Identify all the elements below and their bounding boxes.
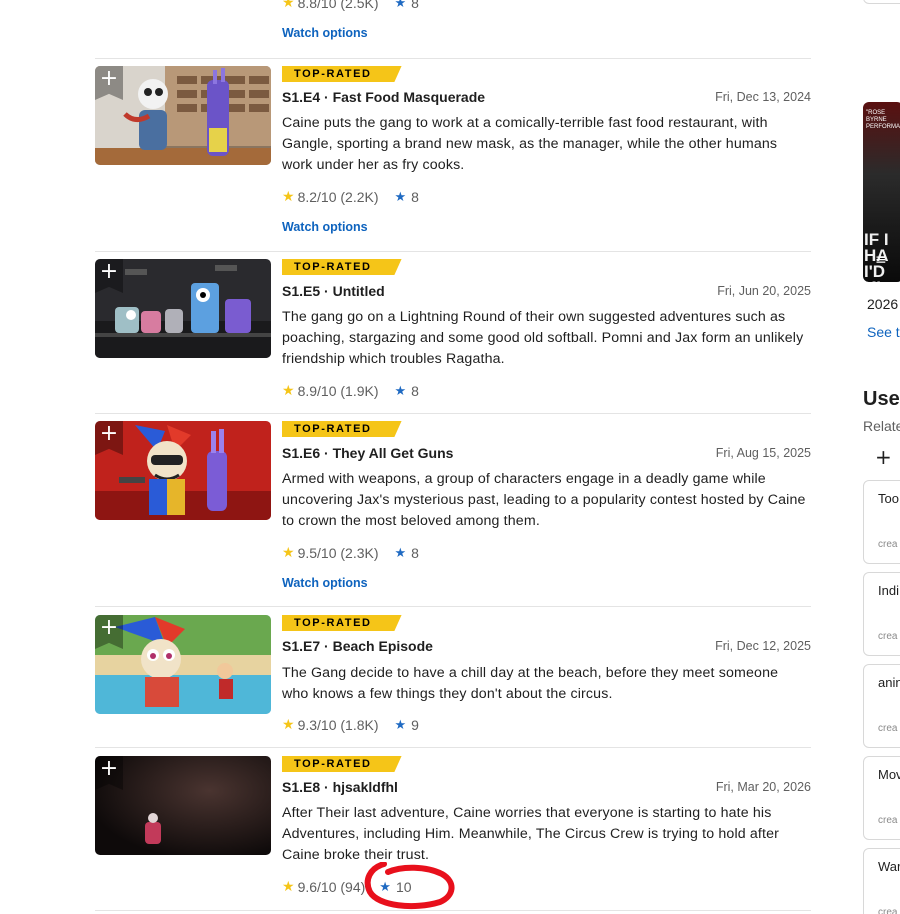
rating-line: ★ 9.6/10 (94) ★ 10 xyxy=(282,879,412,895)
list-meta: crea xyxy=(878,631,898,642)
star-icon: ★ xyxy=(282,383,295,399)
list-meta: crea xyxy=(878,539,898,550)
list-name: anin xyxy=(878,675,900,690)
rating-line: ★ 9.5/10 (2.3K) ★ 8 xyxy=(282,545,419,561)
top-rated-badge: TOP-RATED xyxy=(282,615,402,631)
star-icon: ★ xyxy=(282,189,295,205)
user-list-card[interactable]: Too crea xyxy=(863,480,900,564)
top-rated-badge: TOP-RATED xyxy=(282,259,402,275)
episode-thumbnail[interactable]: + xyxy=(95,615,271,714)
top-rated-badge: TOP-RATED xyxy=(282,756,402,772)
imdb-rating-tail: ) xyxy=(360,879,366,895)
star-icon: ★ xyxy=(282,0,295,11)
episode-description: Armed with weapons, a group of character… xyxy=(282,471,806,529)
rating-line: ★ 9.3/10 (1.8K) ★ 9 xyxy=(282,717,419,733)
episode-row: + TOP-RATED S1.E4 · Fast Food Masquerade… xyxy=(95,59,811,252)
air-date: Fri, Mar 20, 2026 xyxy=(715,780,811,794)
star-icon: ★ xyxy=(282,545,295,561)
poster-year: 2026 xyxy=(867,296,899,312)
user-star-icon[interactable]: ★ xyxy=(395,718,407,733)
user-rating: 8 xyxy=(411,545,419,561)
user-list-card[interactable]: Mov crea xyxy=(863,756,900,840)
star-icon: ★ xyxy=(282,717,295,733)
air-date: Fri, Dec 12, 2025 xyxy=(715,639,811,653)
episode-row: + TOP-RATED S1.E7 · Beach Episode Fri, D… xyxy=(95,607,811,748)
watch-options-link[interactable]: Watch options xyxy=(282,576,368,590)
user-rating: 9 xyxy=(411,717,419,733)
episode-row-partial: ★ 8.8/10 (2.5K) ★ 8 Watch options xyxy=(95,0,811,59)
air-date: Fri, Jun 20, 2025 xyxy=(717,284,811,298)
see-link[interactable]: See t xyxy=(867,324,900,340)
episode-title[interactable]: S1.E4 · Fast Food Masquerade xyxy=(282,89,485,105)
user-list-card[interactable]: anin crea xyxy=(863,664,900,748)
imdb-rating: 9.5/10 (2.3K) xyxy=(297,545,379,561)
rating-line: ★ 8.8/10 (2.5K) ★ 8 xyxy=(282,0,419,11)
create-list-icon[interactable]: + xyxy=(875,445,892,469)
episode-description: After Their last adventure, Caine worrie… xyxy=(282,805,780,863)
list-icon: ≡ xyxy=(875,252,887,268)
episode-description: Caine puts the gang to work at a comical… xyxy=(282,115,778,173)
user-star-icon[interactable]: ★ xyxy=(395,546,407,561)
imdb-rating: 9.6/10 (94 xyxy=(297,879,361,895)
list-name: Mov xyxy=(878,767,900,782)
user-lists-subheading: Relate xyxy=(863,418,900,434)
imdb-rating: 8.9/10 (1.9K) xyxy=(297,383,379,399)
top-rated-badge: TOP-RATED xyxy=(282,66,402,82)
episode-description: The gang go on a Lightning Round of thei… xyxy=(282,309,804,367)
list-name: War xyxy=(878,859,900,874)
sidebar-card[interactable] xyxy=(863,0,900,4)
list-name: Indi xyxy=(878,583,899,598)
air-date: Fri, Aug 15, 2025 xyxy=(715,446,811,460)
divider xyxy=(95,910,811,911)
list-name: Too xyxy=(878,491,899,506)
episode-thumbnail[interactable]: + xyxy=(95,259,271,358)
user-star-icon[interactable]: ★ xyxy=(395,384,407,399)
imdb-rating: 9.3/10 (1.8K) xyxy=(297,717,379,733)
episode-title[interactable]: S1.E6 · They All Get Guns xyxy=(282,445,453,461)
user-list-card[interactable]: War crea xyxy=(863,848,900,914)
user-star-icon[interactable]: ★ xyxy=(395,190,407,205)
list-meta: crea xyxy=(878,815,898,826)
featured-poster[interactable]: "ROSE BYRNE PERFORMAN IF I HA I'D KI ≡ xyxy=(863,102,900,282)
user-star-icon[interactable]: ★ xyxy=(379,880,391,895)
imdb-rating: 8.8/10 (2.5K) xyxy=(297,0,379,11)
episode-description: The Gang decide to have a chill day at t… xyxy=(282,665,779,702)
rating-line: ★ 8.9/10 (1.9K) ★ 8 xyxy=(282,383,419,399)
episode-title[interactable]: S1.E7 · Beach Episode xyxy=(282,638,433,654)
episode-title[interactable]: S1.E8 · hjsakldfhl xyxy=(282,779,398,795)
poster-tagline: "ROSE BYRNE PERFORMAN xyxy=(866,110,900,130)
episode-thumbnail[interactable]: + xyxy=(95,66,271,165)
list-meta: crea xyxy=(878,723,898,734)
episode-thumbnail[interactable]: + xyxy=(95,421,271,520)
watch-options-link[interactable]: Watch options xyxy=(282,26,368,40)
episode-thumbnail[interactable]: + xyxy=(95,756,271,855)
episode-title[interactable]: S1.E5 · Untitled xyxy=(282,283,385,299)
user-rating: 10 xyxy=(395,879,412,895)
episode-row: + TOP-RATED S1.E8 · hjsakldfhl Fri, Mar … xyxy=(95,748,811,911)
star-icon: ★ xyxy=(282,879,295,895)
user-rating: 8 xyxy=(411,383,419,399)
user-rating: 8 xyxy=(411,0,419,11)
user-lists-heading: User xyxy=(863,388,900,410)
episode-row: + TOP-RATED S1.E6 · They All Get Guns Fr… xyxy=(95,414,811,607)
top-rated-badge: TOP-RATED xyxy=(282,421,402,437)
right-sidebar: "ROSE BYRNE PERFORMAN IF I HA I'D KI ≡ 2… xyxy=(860,0,900,914)
user-rating: 8 xyxy=(411,189,419,205)
rating-line: ★ 8.2/10 (2.2K) ★ 8 xyxy=(282,189,419,205)
list-meta: crea xyxy=(878,907,898,914)
user-list-card[interactable]: Indi crea xyxy=(863,572,900,656)
imdb-rating: 8.2/10 (2.2K) xyxy=(297,189,379,205)
user-star-icon[interactable]: ★ xyxy=(395,0,407,11)
episode-row: + TOP-RATED S1.E5 · Untitled Fri, Jun 20… xyxy=(95,252,811,414)
watch-options-link[interactable]: Watch options xyxy=(282,220,368,234)
air-date: Fri, Dec 13, 2024 xyxy=(715,90,811,104)
